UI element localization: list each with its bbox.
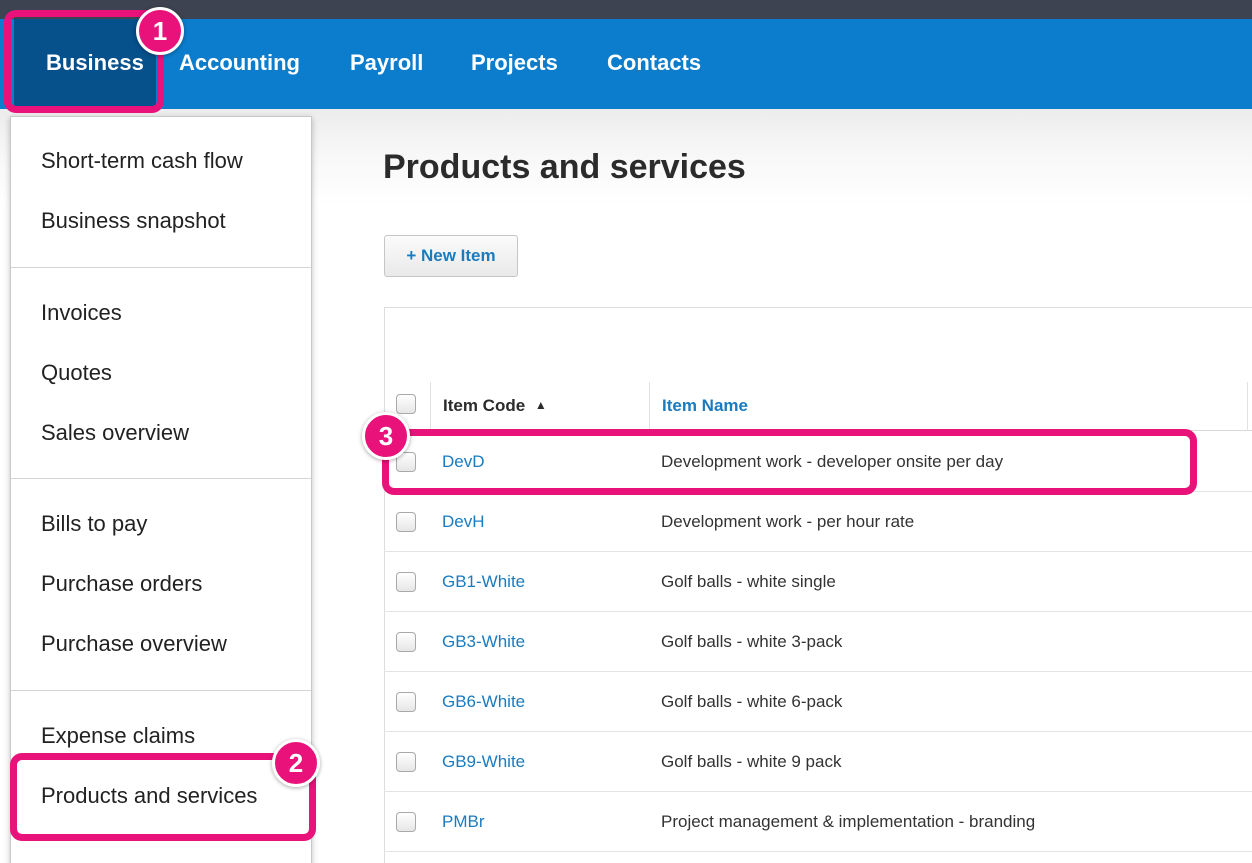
- item-code-header-label: Item Code: [443, 396, 526, 415]
- table-row[interactable]: PMBr Project management & implementation…: [384, 792, 1252, 852]
- column-divider: [1247, 382, 1248, 431]
- step-3-badge: 3: [362, 412, 410, 460]
- nav-payroll[interactable]: Payroll: [350, 19, 423, 109]
- menu-item-products-and-services[interactable]: Products and services: [41, 783, 257, 809]
- row-checkbox[interactable]: [396, 572, 416, 592]
- row-checkbox[interactable]: [396, 512, 416, 532]
- menu-divider: [11, 478, 311, 479]
- menu-item-sales-overview[interactable]: Sales overview: [41, 420, 189, 446]
- menu-item-purchase-orders[interactable]: Purchase orders: [41, 571, 202, 597]
- row-checkbox[interactable]: [396, 692, 416, 712]
- item-code-link[interactable]: GB6-White: [442, 672, 525, 732]
- table-row[interactable]: DevH Development work - per hour rate: [384, 492, 1252, 552]
- row-checkbox[interactable]: [396, 632, 416, 652]
- menu-item-purchase-overview[interactable]: Purchase overview: [41, 631, 227, 657]
- nav-contacts[interactable]: Contacts: [607, 19, 701, 109]
- new-item-button[interactable]: + New Item: [384, 235, 518, 277]
- nav-business[interactable]: Business: [14, 19, 156, 109]
- item-code-link[interactable]: GB1-White: [442, 552, 525, 612]
- item-code-link[interactable]: PMBr: [442, 792, 485, 852]
- item-name: Project management & implementation - br…: [661, 812, 1036, 831]
- column-divider: [649, 382, 650, 431]
- table-row[interactable]: GB3-White Golf balls - white 3-pack: [384, 612, 1252, 672]
- item-code-link[interactable]: DevD: [442, 432, 485, 492]
- item-name: Golf balls - white 6-pack: [661, 692, 843, 711]
- menu-item-expense-claims[interactable]: Expense claims: [41, 723, 195, 749]
- item-code-link[interactable]: GB9-White: [442, 732, 525, 792]
- sort-ascending-icon: ▲: [534, 398, 547, 412]
- table-row[interactable]: GB1-White Golf balls - white single: [384, 552, 1252, 612]
- page-title: Products and services: [383, 148, 746, 186]
- business-dropdown-menu: Short-term cash flow Business snapshot I…: [10, 116, 312, 863]
- menu-item-short-term-cash-flow[interactable]: Short-term cash flow: [41, 148, 243, 174]
- select-all-checkbox[interactable]: [396, 394, 416, 414]
- top-strip: [0, 0, 1252, 19]
- menu-divider: [11, 690, 311, 691]
- menu-divider: [11, 267, 311, 268]
- nav-projects[interactable]: Projects: [471, 19, 558, 109]
- row-checkbox[interactable]: [396, 812, 416, 832]
- table-row[interactable]: DevD Development work - developer onsite…: [384, 432, 1252, 492]
- item-code-header[interactable]: Item Code ▲: [443, 396, 547, 416]
- item-name: Golf balls - white single: [661, 572, 836, 591]
- menu-item-quotes[interactable]: Quotes: [41, 360, 112, 386]
- row-checkbox[interactable]: [396, 752, 416, 772]
- menu-item-bills-to-pay[interactable]: Bills to pay: [41, 511, 147, 537]
- table-row[interactable]: GB6-White Golf balls - white 6-pack: [384, 672, 1252, 732]
- item-name: Development work - per hour rate: [661, 512, 915, 531]
- step-2-badge: 2: [272, 739, 320, 787]
- nav-accounting[interactable]: Accounting: [179, 19, 300, 109]
- item-name: Development work - developer onsite per …: [661, 452, 1004, 471]
- step-1-badge: 1: [136, 7, 184, 55]
- item-name-header[interactable]: Item Name: [662, 396, 748, 416]
- menu-item-business-snapshot[interactable]: Business snapshot: [41, 208, 226, 234]
- item-name: Golf balls - white 3-pack: [661, 632, 843, 651]
- item-code-link[interactable]: GB3-White: [442, 612, 525, 672]
- column-divider: [430, 382, 431, 431]
- item-name: Golf balls - white 9 pack: [661, 752, 842, 771]
- item-code-link[interactable]: DevH: [442, 492, 485, 552]
- table-row[interactable]: GB9-White Golf balls - white 9 pack: [384, 732, 1252, 792]
- menu-item-invoices[interactable]: Invoices: [41, 300, 122, 326]
